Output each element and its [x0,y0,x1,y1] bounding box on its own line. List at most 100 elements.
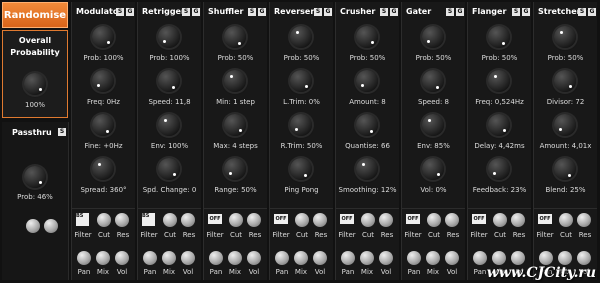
cut-knob[interactable] [427,213,441,227]
off-toggle-button[interactable]: OFF [208,214,222,224]
cut-knob[interactable] [163,213,177,227]
param-knob-1[interactable] [290,70,312,92]
mix-knob[interactable] [426,251,440,265]
res-knob[interactable] [577,213,591,227]
param-knob-0[interactable] [290,26,312,48]
pan-knob[interactable] [275,251,289,265]
vol-knob[interactable] [511,251,525,265]
param-knob-0[interactable] [422,26,444,48]
vol-knob[interactable] [115,251,129,265]
vol-knob[interactable] [247,251,261,265]
param-knob-2[interactable] [422,114,444,136]
cut-knob[interactable] [97,213,111,227]
passthru-mix-knob[interactable] [44,219,58,233]
param-knob-0[interactable] [554,26,576,48]
s-toggle-button[interactable]: S [446,8,454,16]
g-toggle-button[interactable]: G [258,8,266,16]
bs-toggle-button[interactable]: BS [76,213,89,226]
pan-knob[interactable] [209,251,223,265]
param-knob-1[interactable] [158,70,180,92]
res-knob[interactable] [379,213,393,227]
mix-knob[interactable] [294,251,308,265]
g-toggle-button[interactable]: G [522,8,530,16]
param-knob-2[interactable] [488,114,510,136]
vol-knob[interactable] [577,251,591,265]
param-knob-1[interactable] [356,70,378,92]
s-toggle-button[interactable]: S [380,8,388,16]
cut-knob[interactable] [493,213,507,227]
off-toggle-button[interactable]: OFF [406,214,420,224]
s-toggle-button[interactable]: S [314,8,322,16]
param-knob-0[interactable] [488,26,510,48]
cut-knob[interactable] [559,213,573,227]
vol-knob[interactable] [445,251,459,265]
param-knob-2[interactable] [554,114,576,136]
param-knob-3[interactable] [224,158,246,180]
mix-knob[interactable] [162,251,176,265]
off-toggle-button[interactable]: OFF [472,214,486,224]
g-toggle-button[interactable]: G [588,8,596,16]
param-knob-1[interactable] [92,70,114,92]
param-knob-3[interactable] [488,158,510,180]
g-toggle-button[interactable]: G [390,8,398,16]
res-knob[interactable] [313,213,327,227]
mix-knob[interactable] [360,251,374,265]
s-toggle-button[interactable]: S [578,8,586,16]
cut-knob[interactable] [361,213,375,227]
param-knob-3[interactable] [290,158,312,180]
param-knob-2[interactable] [224,114,246,136]
off-toggle-button[interactable]: OFF [538,214,552,224]
param-knob-3[interactable] [356,158,378,180]
s-toggle-button[interactable]: S [182,8,190,16]
overall-probability-knob[interactable] [24,73,46,95]
res-knob[interactable] [511,213,525,227]
off-toggle-button[interactable]: OFF [274,214,288,224]
s-toggle-button[interactable]: S [248,8,256,16]
pan-knob[interactable] [143,251,157,265]
param-knob-0[interactable] [92,26,114,48]
param-knob-1[interactable] [488,70,510,92]
bs-toggle-button[interactable]: BS [142,213,155,226]
g-toggle-button[interactable]: G [324,8,332,16]
pan-knob[interactable] [539,251,553,265]
param-knob-1[interactable] [554,70,576,92]
s-toggle-button[interactable]: S [512,8,520,16]
mix-knob[interactable] [558,251,572,265]
passthru-pan-knob[interactable] [26,219,40,233]
param-knob-3[interactable] [92,158,114,180]
passthru-s-toggle[interactable]: S [58,128,66,136]
param-knob-0[interactable] [356,26,378,48]
mix-knob[interactable] [96,251,110,265]
param-knob-3[interactable] [554,158,576,180]
randomise-button[interactable]: Randomise [2,2,68,28]
vol-knob[interactable] [313,251,327,265]
mix-knob[interactable] [228,251,242,265]
g-toggle-button[interactable]: G [126,8,134,16]
cut-knob[interactable] [295,213,309,227]
pan-knob[interactable] [407,251,421,265]
param-knob-1[interactable] [422,70,444,92]
res-knob[interactable] [247,213,261,227]
res-knob[interactable] [445,213,459,227]
off-toggle-button[interactable]: OFF [340,214,354,224]
param-knob-2[interactable] [158,114,180,136]
param-knob-2[interactable] [92,114,114,136]
param-knob-2[interactable] [290,114,312,136]
s-toggle-button[interactable]: S [116,8,124,16]
vol-knob[interactable] [181,251,195,265]
res-knob[interactable] [115,213,129,227]
pan-knob[interactable] [341,251,355,265]
res-knob[interactable] [181,213,195,227]
param-knob-3[interactable] [422,158,444,180]
passthru-prob-knob[interactable] [24,166,46,188]
g-toggle-button[interactable]: G [192,8,200,16]
mix-knob[interactable] [492,251,506,265]
g-toggle-button[interactable]: G [456,8,464,16]
param-knob-1[interactable] [224,70,246,92]
param-knob-2[interactable] [356,114,378,136]
param-knob-3[interactable] [158,158,180,180]
param-knob-0[interactable] [158,26,180,48]
pan-knob[interactable] [473,251,487,265]
pan-knob[interactable] [77,251,91,265]
vol-knob[interactable] [379,251,393,265]
